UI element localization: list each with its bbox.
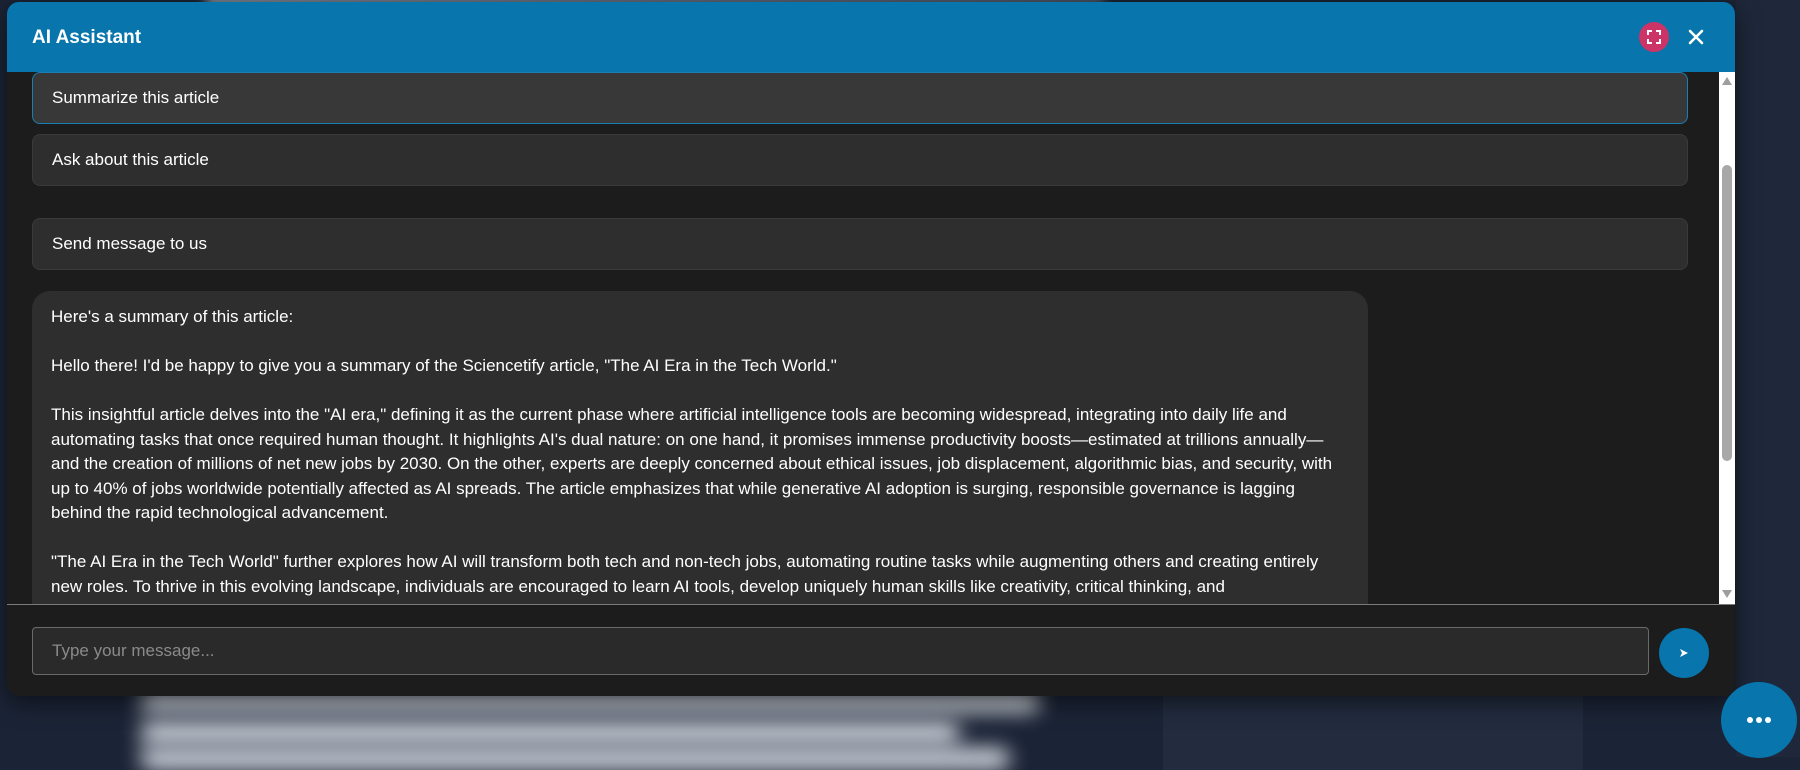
background-right-strip — [1736, 0, 1800, 757]
chat-window: AI Assistant Summarize this article Ask … — [7, 2, 1735, 696]
more-dots-icon — [1747, 717, 1771, 723]
message-input[interactable] — [32, 627, 1649, 675]
chat-launcher-button[interactable] — [1721, 682, 1797, 758]
ask-about-article-button[interactable]: Ask about this article — [32, 134, 1688, 186]
send-message-to-us-button[interactable]: Send message to us — [32, 218, 1688, 270]
close-icon — [1688, 29, 1704, 45]
input-divider — [7, 604, 1735, 605]
chat-header: AI Assistant — [7, 2, 1735, 72]
send-arrow-icon — [1680, 649, 1688, 657]
background-text-blur — [140, 722, 960, 744]
messages-scrollbar[interactable] — [1719, 72, 1735, 604]
scroll-down-arrow-icon[interactable] — [1722, 590, 1732, 598]
message-paragraph: Hello there! I'd be happy to give you a … — [51, 356, 837, 375]
scrollbar-thumb[interactable] — [1722, 165, 1732, 461]
scroll-up-arrow-icon[interactable] — [1722, 77, 1732, 85]
chat-title: AI Assistant — [32, 27, 142, 48]
messages-area[interactable]: Summarize this article Ask about this ar… — [7, 72, 1719, 604]
fullscreen-icon — [1647, 30, 1661, 44]
summarize-article-button[interactable]: Summarize this article — [32, 72, 1688, 124]
message-paragraph: "The AI Era in the Tech World" further e… — [51, 552, 1319, 596]
close-button[interactable] — [1683, 24, 1709, 50]
expand-button[interactable] — [1639, 22, 1669, 52]
message-paragraph: Here's a summary of this article: — [51, 307, 294, 326]
send-button[interactable] — [1659, 628, 1709, 678]
message-paragraph: This insightful article delves into the … — [51, 405, 1333, 522]
background-text-blur — [140, 748, 1010, 770]
assistant-message: Here's a summary of this article: Hello … — [32, 291, 1368, 604]
